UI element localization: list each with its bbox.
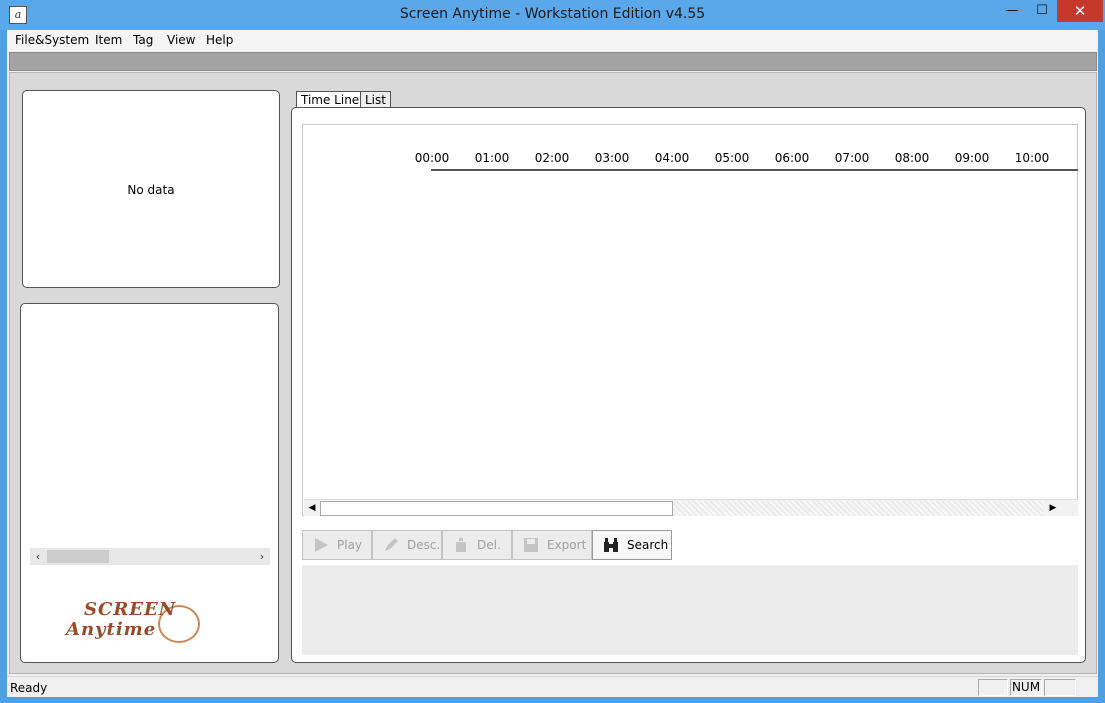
menu-view[interactable]: View xyxy=(167,33,195,47)
close-button[interactable]: ✕ xyxy=(1057,0,1103,22)
status-text: Ready xyxy=(10,681,48,695)
hour-label: 10:00 xyxy=(1014,151,1050,165)
hour-label: 06:00 xyxy=(774,151,810,165)
play-icon xyxy=(315,538,328,552)
hour-label: 01:00 xyxy=(474,151,510,165)
status-num-indicator: NUM xyxy=(1010,679,1042,696)
tree-horizontal-scrollbar[interactable]: ‹ › xyxy=(30,548,270,565)
menu-file-system[interactable]: File&System xyxy=(15,33,89,47)
tab-list[interactable]: List xyxy=(360,91,391,108)
desc-button[interactable]: Desc. xyxy=(372,530,442,560)
details-area xyxy=(302,565,1078,655)
export-label: Export xyxy=(547,538,587,552)
hour-label: 07:00 xyxy=(834,151,870,165)
timeline-horizontal-scrollbar[interactable]: ◀ ▶ xyxy=(304,499,1078,516)
hour-label: 02:00 xyxy=(534,151,570,165)
scroll-left-arrow-icon[interactable]: ‹ xyxy=(30,548,46,565)
toolbar-strip xyxy=(9,52,1097,71)
hour-label: 09:00 xyxy=(954,151,990,165)
time-axis xyxy=(431,169,1078,171)
menu-bar: File&System Item Tag View Help xyxy=(7,30,1098,51)
floppy-icon xyxy=(524,538,538,552)
search-button[interactable]: Search xyxy=(592,530,672,560)
app-window: a Screen Anytime - Workstation Edition v… xyxy=(0,0,1105,703)
desc-label: Desc. xyxy=(407,538,441,552)
hour-label: 08:00 xyxy=(894,151,930,165)
search-label: Search xyxy=(627,538,669,552)
minimize-button[interactable]: — xyxy=(997,0,1027,22)
timeline-view[interactable]: 00:00 01:00 02:00 03:00 04:00 05:00 06:0… xyxy=(302,124,1078,516)
scroll-right-arrow-icon[interactable]: ▶ xyxy=(1045,500,1061,517)
scroll-right-arrow-icon[interactable]: › xyxy=(254,548,270,565)
hour-label: 05:00 xyxy=(714,151,750,165)
binoculars-icon xyxy=(604,538,618,552)
hour-label: 03:00 xyxy=(594,151,630,165)
scroll-thumb[interactable] xyxy=(47,550,109,563)
main-area: No data ‹ › SCREEN Anytime Time Line Lis… xyxy=(9,72,1097,674)
client-area: File&System Item Tag View Help No data ‹… xyxy=(7,30,1098,697)
trash-icon xyxy=(456,538,466,552)
hour-label: 04:00 xyxy=(654,151,690,165)
scroll-thumb[interactable] xyxy=(320,501,673,516)
status-cell-empty xyxy=(1044,679,1076,696)
hour-label: 00:00 xyxy=(414,151,450,165)
content-panel: 00:00 01:00 02:00 03:00 04:00 05:00 06:0… xyxy=(291,107,1086,663)
logo-text-line2: Anytime xyxy=(66,619,157,640)
menu-tag[interactable]: Tag xyxy=(133,33,153,47)
play-button[interactable]: Play xyxy=(302,530,372,560)
play-label: Play xyxy=(337,538,363,552)
no-data-text: No data xyxy=(127,183,175,197)
menu-help[interactable]: Help xyxy=(206,33,233,47)
title-bar[interactable]: a Screen Anytime - Workstation Edition v… xyxy=(0,0,1105,30)
export-button[interactable]: Export xyxy=(512,530,592,560)
pencil-icon xyxy=(385,538,398,551)
tab-time-line[interactable]: Time Line xyxy=(296,91,365,108)
scroll-track[interactable] xyxy=(673,501,1043,516)
delete-label: Del. xyxy=(477,538,501,552)
delete-button[interactable]: Del. xyxy=(442,530,512,560)
preview-panel: No data xyxy=(22,90,280,288)
status-cell-empty xyxy=(978,679,1008,696)
status-bar: Ready NUM xyxy=(7,676,1098,697)
scroll-left-arrow-icon[interactable]: ◀ xyxy=(304,500,320,517)
screen-anytime-logo: SCREEN Anytime xyxy=(66,599,216,657)
logo-text-line1: SCREEN xyxy=(84,599,177,620)
tree-panel[interactable]: ‹ › SCREEN Anytime xyxy=(20,303,279,663)
maximize-button[interactable]: ☐ xyxy=(1027,0,1057,22)
window-title: Screen Anytime - Workstation Edition v4.… xyxy=(399,6,706,22)
menu-item[interactable]: Item xyxy=(95,33,122,47)
